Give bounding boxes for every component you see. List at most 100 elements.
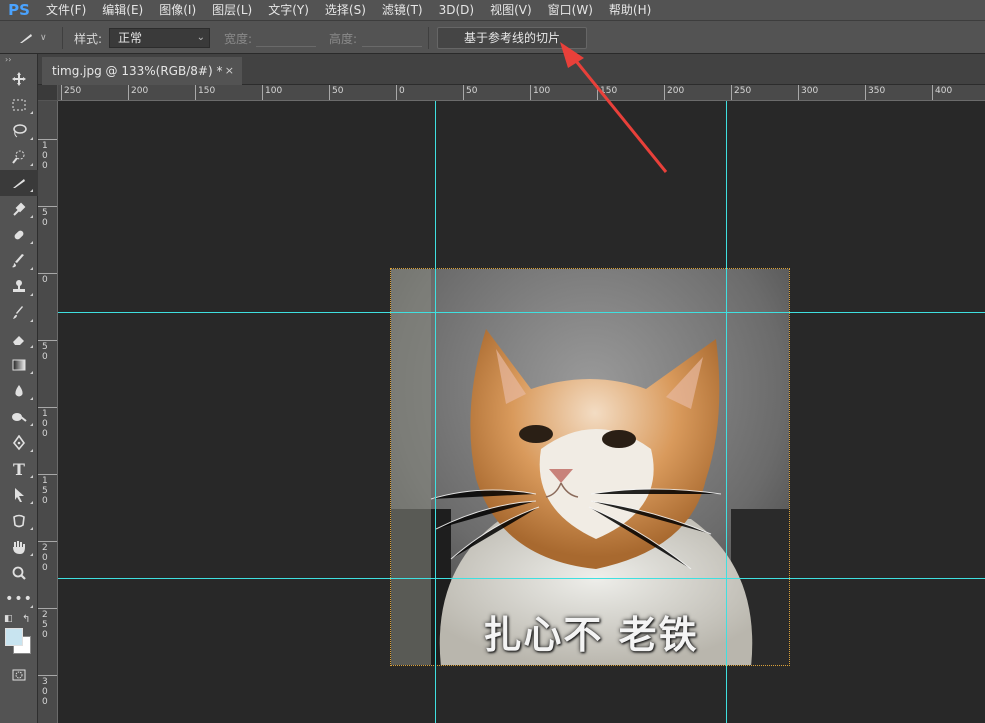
photoshop-window: PS 文件(F) 编辑(E) 图像(I) 图层(L) 文字(Y) 选择(S) 滤…: [0, 0, 985, 723]
ruler-origin[interactable]: [38, 85, 58, 101]
ruler-tick: 0: [396, 85, 405, 100]
image-caption: 扎心不 老铁: [483, 613, 699, 657]
path-select-icon[interactable]: [0, 482, 38, 508]
more-tools-icon[interactable]: •••: [0, 586, 38, 612]
ruler-tick: 50: [463, 85, 477, 100]
menu-view[interactable]: 视图(V): [482, 0, 540, 20]
swap-colors-icon[interactable]: ↰: [22, 614, 30, 625]
menu-filter[interactable]: 滤镜(T): [374, 0, 431, 20]
ruler-tick-label: 150: [42, 476, 48, 506]
document-tab-title: timg.jpg @ 133%(RGB/8#) *: [52, 64, 223, 78]
slice-tool[interactable]: [0, 170, 38, 196]
ruler-tick-label: 50: [466, 86, 478, 96]
panel-collapse-icon[interactable]: ››: [0, 54, 37, 66]
ruler-tick-label: 100: [42, 141, 48, 171]
ruler-tick-label: 250: [734, 86, 752, 96]
clone-stamp-icon[interactable]: [0, 274, 38, 300]
ruler-tick: 100: [262, 85, 282, 100]
menu-type[interactable]: 文字(Y): [260, 0, 317, 20]
ruler-tick: 50: [38, 206, 57, 228]
ruler-tick-label: 300: [42, 677, 48, 707]
vertical-guide[interactable]: [435, 101, 436, 723]
ruler-tick: 300: [798, 85, 818, 100]
ruler-tick-label: 400: [935, 86, 953, 96]
width-label: 宽度:: [224, 32, 253, 46]
default-colors-icon[interactable]: ◧: [4, 614, 13, 624]
height-field[interactable]: [362, 29, 422, 47]
brush-icon[interactable]: [0, 248, 38, 274]
style-select[interactable]: 正常 ⌄: [109, 28, 210, 48]
slice-icon: [20, 34, 32, 43]
healing-brush-icon[interactable]: [0, 222, 38, 248]
ruler-tick-label: 0: [399, 86, 405, 96]
menu-select[interactable]: 选择(S): [317, 0, 374, 20]
tools-panel: ›› T ••• ◧ ↰: [0, 54, 38, 723]
shape-icon[interactable]: [0, 508, 38, 534]
style-label: 样式:: [74, 32, 103, 46]
tool-preset-picker[interactable]: ∨: [18, 27, 52, 49]
ruler-tick-label: 150: [600, 86, 618, 96]
ruler-tick-label: 350: [868, 86, 886, 96]
chevron-down-icon: ⌄: [196, 32, 205, 43]
height-label: 高度:: [329, 32, 358, 46]
slice-icon: [13, 179, 25, 188]
ruler-tick-label: 0: [42, 275, 48, 285]
lasso-icon[interactable]: [0, 118, 38, 144]
horizontal-guide[interactable]: [58, 312, 985, 313]
zoom-icon[interactable]: [0, 560, 38, 586]
eraser-icon[interactable]: [0, 326, 38, 352]
ruler-tick: 50: [38, 340, 57, 362]
hand-icon[interactable]: [0, 534, 38, 560]
canvas-area[interactable]: 扎心不 老铁: [58, 101, 985, 723]
slices-from-guides-button[interactable]: 基于参考线的切片: [437, 27, 587, 49]
options-bar: ∨ 样式: 正常 ⌄ 宽度: 高度: 基于参考线的切片: [0, 20, 985, 54]
horizontal-guide[interactable]: [58, 578, 985, 579]
menu-window[interactable]: 窗口(W): [540, 0, 601, 20]
ruler-tick-label: 50: [42, 208, 48, 228]
ruler-tick: 100: [38, 407, 57, 439]
history-brush-icon[interactable]: [0, 300, 38, 326]
menu-edit[interactable]: 编辑(E): [94, 0, 151, 20]
blur-icon[interactable]: [0, 378, 38, 404]
ruler-tick: 150: [38, 474, 57, 506]
menu-layer[interactable]: 图层(L): [204, 0, 260, 20]
gradient-icon[interactable]: [0, 352, 38, 378]
document-image: 扎心不 老铁: [390, 268, 790, 666]
horizontal-ruler[interactable]: 250 200 150 100 50 0 50 100 150 200 250 300 350 400: [58, 85, 985, 101]
ruler-tick: 250: [731, 85, 751, 100]
quick-select-icon[interactable]: [0, 144, 38, 170]
document-tab[interactable]: timg.jpg @ 133%(RGB/8#) * ×: [42, 57, 242, 85]
ruler-tick-label: 100: [42, 409, 48, 439]
marquee-icon[interactable]: [0, 92, 38, 118]
ruler-tick: 250: [61, 85, 81, 100]
pen-icon[interactable]: [0, 430, 38, 456]
ruler-tick-label: 250: [42, 610, 48, 640]
eyedropper-icon[interactable]: [0, 196, 38, 222]
ruler-tick: 200: [128, 85, 148, 100]
ruler-tick: 400: [932, 85, 952, 100]
menu-file[interactable]: 文件(F): [38, 0, 94, 20]
menu-bar: PS 文件(F) 编辑(E) 图像(I) 图层(L) 文字(Y) 选择(S) 滤…: [0, 0, 985, 20]
document-tab-bar: timg.jpg @ 133%(RGB/8#) * ×: [38, 54, 985, 85]
vertical-ruler[interactable]: 100 50 0 50 100 150 200 250 300: [38, 101, 58, 723]
menu-3d[interactable]: 3D(D): [431, 0, 482, 20]
ruler-tick-label: 200: [42, 543, 48, 573]
move-icon[interactable]: [0, 66, 38, 92]
ruler-tick-label: 250: [64, 86, 82, 96]
menu-help[interactable]: 帮助(H): [601, 0, 659, 20]
ruler-tick: 350: [865, 85, 885, 100]
width-field[interactable]: [256, 29, 316, 47]
type-icon[interactable]: T: [0, 456, 38, 482]
dodge-icon[interactable]: [0, 404, 38, 430]
ruler-tick: 200: [664, 85, 684, 100]
menu-image[interactable]: 图像(I): [151, 0, 204, 20]
vertical-guide[interactable]: [726, 101, 727, 723]
ruler-tick-label: 100: [533, 86, 551, 96]
foreground-color-swatch[interactable]: [5, 628, 23, 646]
quick-mask-icon[interactable]: [0, 662, 38, 688]
ruler-tick-label: 200: [667, 86, 685, 96]
close-icon[interactable]: ×: [225, 57, 234, 85]
ruler-tick: 150: [597, 85, 617, 100]
chevron-down-icon: ∨: [40, 33, 47, 43]
ruler-tick-label: 50: [42, 342, 48, 362]
